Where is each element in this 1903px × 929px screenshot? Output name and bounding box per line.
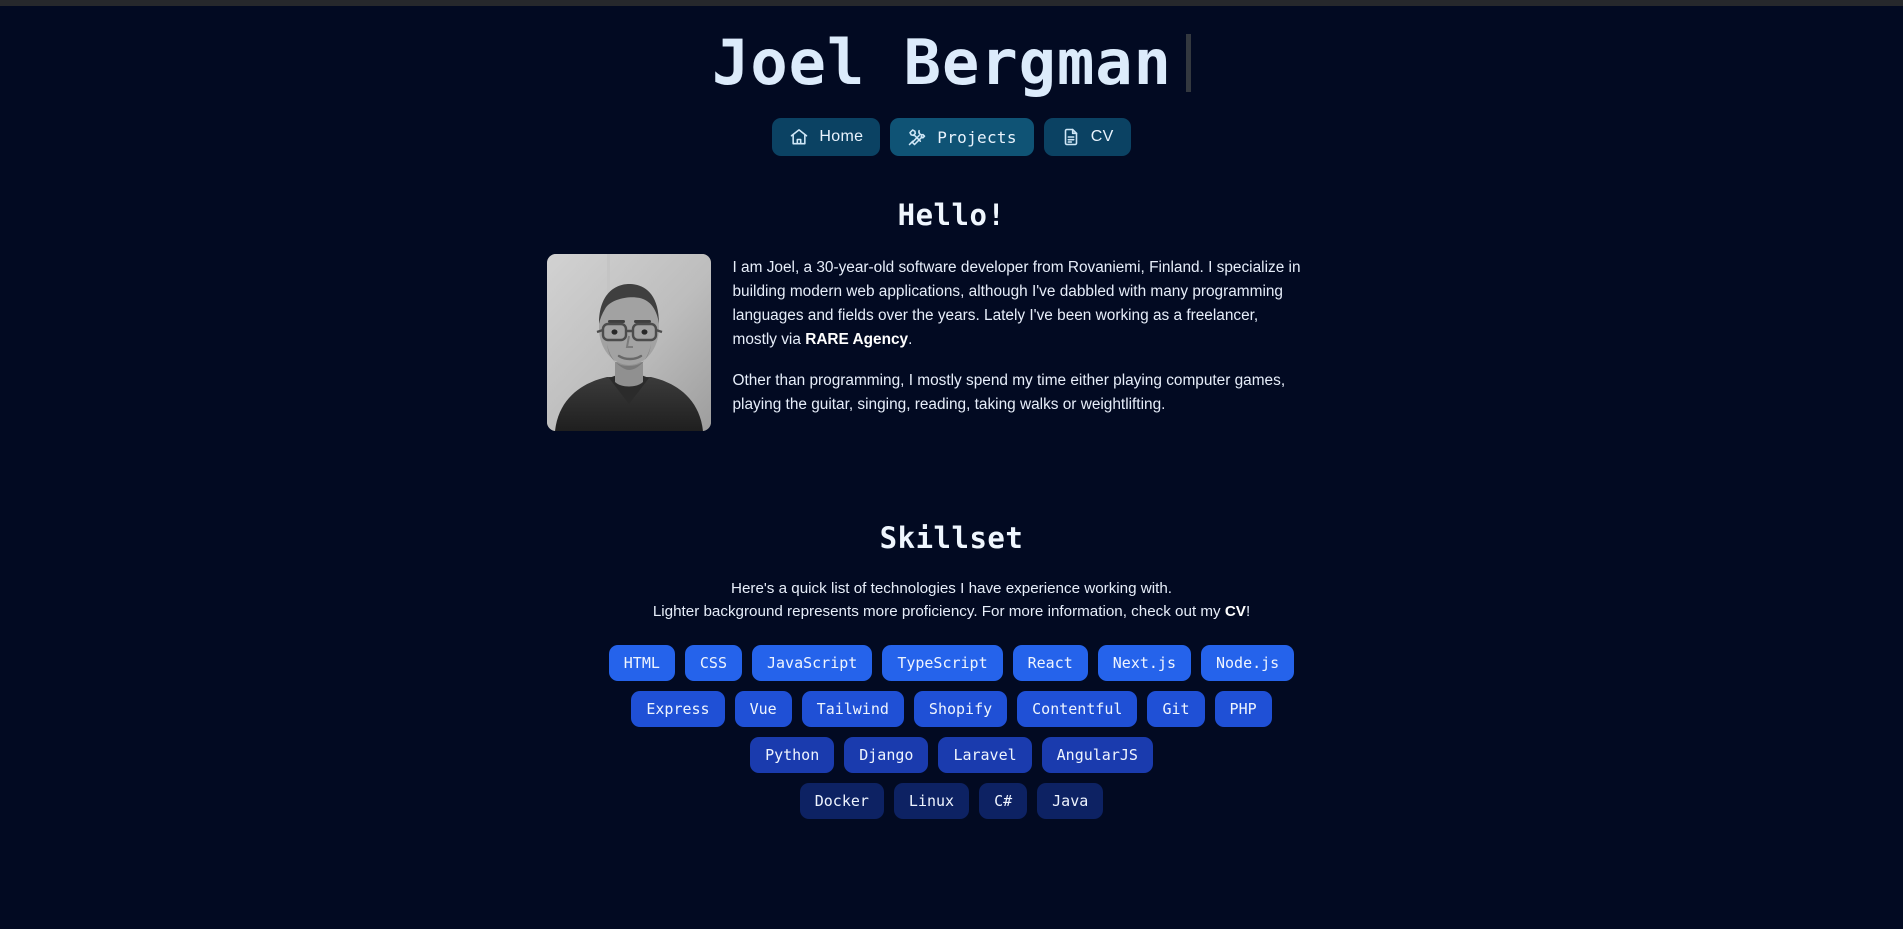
skill-tag[interactable]: PHP [1214, 691, 1272, 727]
house-icon [789, 127, 809, 147]
skill-tag[interactable]: Shopify [913, 691, 1008, 727]
skillset-description-line-2-post: ! [1245, 603, 1251, 620]
bio-paragraph-1: I am Joel, a 30-year-old software develo… [733, 256, 1305, 352]
skill-tag[interactable]: Linux [893, 783, 970, 819]
nav-item-projects[interactable]: Projects [890, 118, 1034, 156]
site-title-text: Joel Bergman [712, 26, 1172, 99]
page-root: Joel Bergman Home Projects CV Hello! I a… [0, 6, 1903, 929]
hello-section: Hello! I am Joel, a 30-year-old software… [447, 198, 1457, 431]
nav-item-home[interactable]: Home [772, 118, 881, 156]
skill-tag[interactable]: React [1012, 645, 1088, 681]
skill-tag[interactable]: Next.js [1097, 645, 1191, 681]
main-navigation: Home Projects CV [772, 118, 1131, 156]
skill-tag[interactable]: TypeScript [882, 645, 1003, 681]
skill-tag[interactable]: Laravel [938, 737, 1032, 773]
skillset-section: Skillset Here's a quick list of technolo… [0, 521, 1903, 819]
skill-tag[interactable]: Python [750, 737, 835, 773]
skill-tag[interactable]: Node.js [1201, 645, 1295, 681]
nav-item-cv[interactable]: CV [1043, 118, 1131, 156]
skill-tag[interactable]: Contentful [1017, 691, 1138, 727]
hammer-wrench-icon [907, 127, 927, 147]
hello-body: I am Joel, a 30-year-old software develo… [447, 254, 1457, 431]
skill-tag-rows: HTML CSS JavaScript TypeScript React Next.js N… [0, 645, 1903, 819]
skill-row: HTML CSS JavaScript TypeScript React Next.js N… [0, 645, 1903, 681]
nav-item-cv-label: CV [1090, 128, 1114, 145]
bio-paragraph-1-post: . [908, 331, 913, 348]
bio-text: I am Joel, a 30-year-old software develo… [733, 254, 1305, 417]
skillset-description: Here's a quick list of technologies I ha… [0, 577, 1903, 623]
skill-tag[interactable]: Express [631, 691, 725, 727]
avatar [546, 254, 711, 431]
skill-tag[interactable]: HTML [608, 645, 675, 681]
skillset-description-line-2: Lighter background represents more profi… [0, 600, 1903, 623]
skill-tag[interactable]: Docker [799, 783, 884, 819]
skill-tag[interactable]: AngularJS [1041, 737, 1153, 773]
skill-tag[interactable]: Tailwind [801, 691, 904, 727]
avatar-photo [546, 254, 711, 431]
skill-tag[interactable]: C# [979, 783, 1028, 819]
nav-item-home-label: Home [819, 128, 864, 145]
typing-caret [1185, 34, 1191, 92]
skill-tag[interactable]: Django [844, 737, 929, 773]
hello-heading: Hello! [897, 198, 1006, 232]
page-title: Joel Bergman [712, 24, 1191, 102]
bio-paragraph-2: Other than programming, I mostly spend m… [732, 372, 1286, 413]
skill-tag[interactable]: Vue [734, 691, 792, 727]
rare-agency-link[interactable]: RARE Agency [805, 331, 908, 348]
skillset-description-line-1: Here's a quick list of technologies I ha… [730, 580, 1173, 597]
nav-item-projects-label: Projects [937, 127, 1017, 147]
skill-tag[interactable]: Java [1037, 783, 1104, 819]
skill-tag[interactable]: CSS [684, 645, 742, 681]
skill-row: Docker Linux C# Java [0, 783, 1903, 819]
skill-row: Python Django Laravel AngularJS [0, 737, 1903, 773]
skillset-description-line-2-pre: Lighter background represents more profi… [652, 603, 1225, 620]
skill-tag[interactable]: Git [1147, 691, 1205, 727]
skill-row: Express Vue Tailwind Shopify Contentful Git PH… [0, 691, 1903, 727]
cv-link[interactable]: CV [1225, 603, 1246, 620]
skillset-heading: Skillset [879, 521, 1024, 555]
document-icon [1061, 127, 1081, 147]
skill-tag[interactable]: JavaScript [752, 645, 873, 681]
